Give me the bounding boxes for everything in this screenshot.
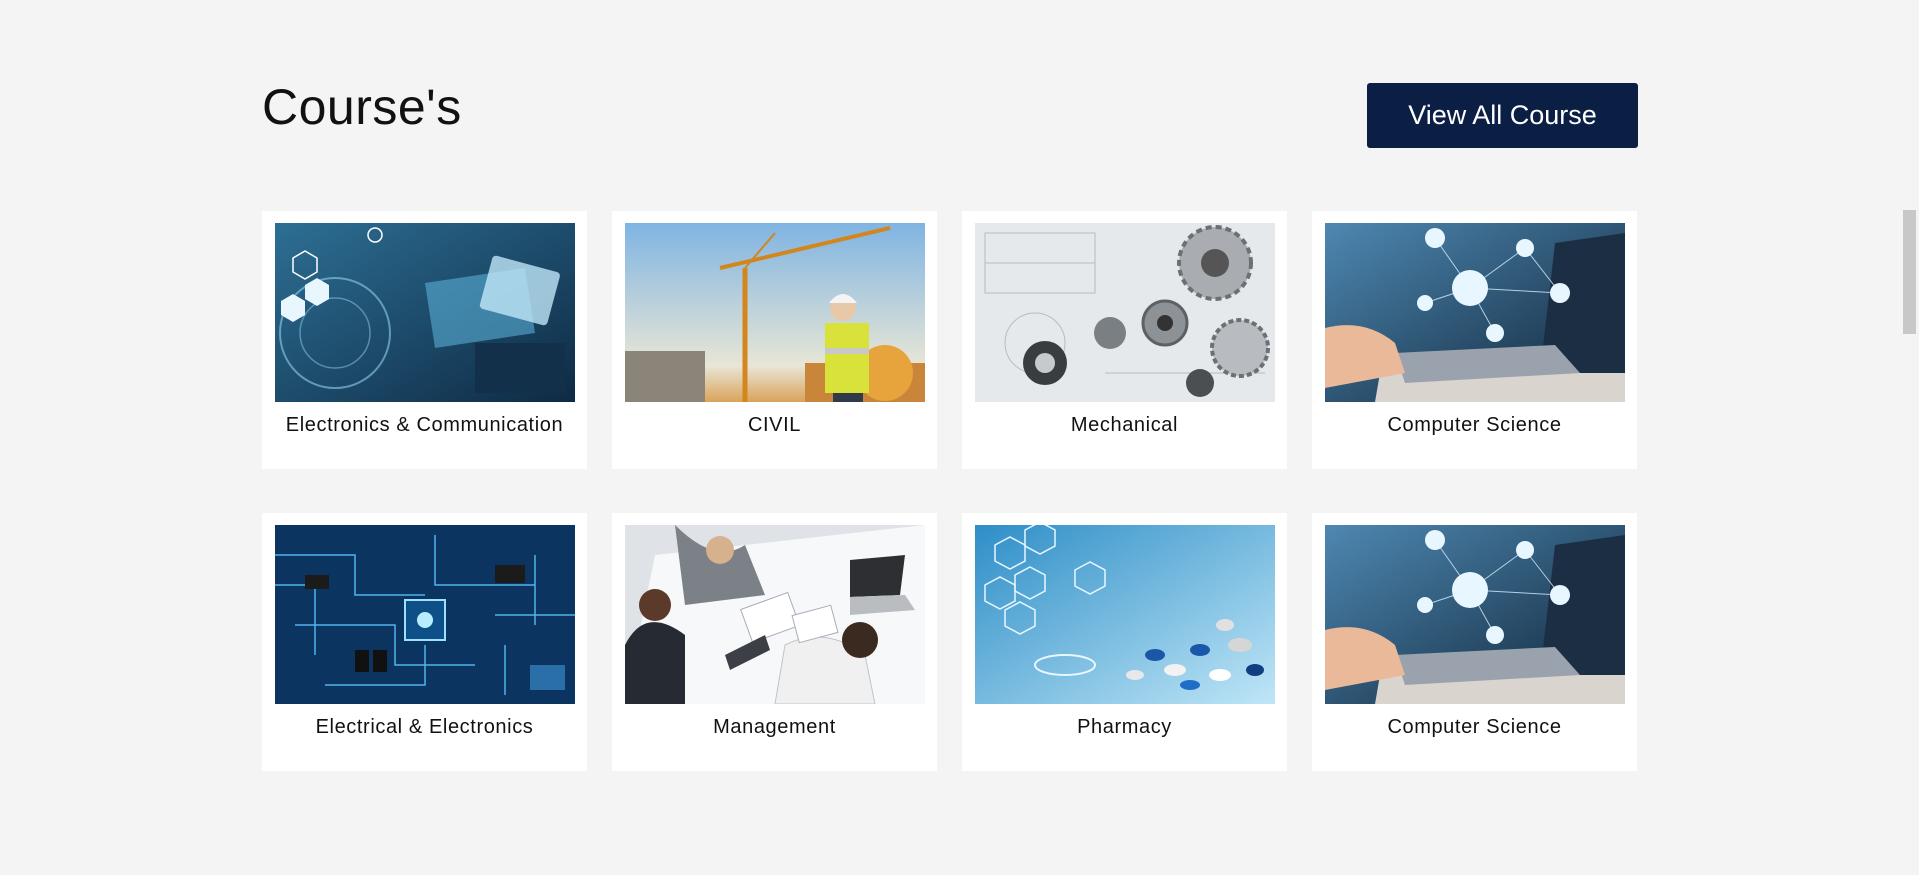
- courses-section: Course's View All Course Electronics & C…: [262, 0, 1638, 875]
- course-label: Computer Science: [1387, 716, 1562, 738]
- course-card-electrical-electronics[interactable]: Electrical & Electronics: [262, 513, 587, 771]
- construction-crane-image: [625, 223, 925, 402]
- course-card-electronics-communication[interactable]: Electronics & Communication: [262, 211, 587, 469]
- course-grid: Electronics & Communication CIVIL Mechan…: [262, 211, 1638, 771]
- course-label: Computer Science: [1387, 414, 1562, 436]
- industrial-tablet-image: [275, 223, 575, 402]
- laptop-network-image: [1325, 525, 1625, 704]
- circuit-board-image: [275, 525, 575, 704]
- course-card-computer-science[interactable]: Computer Science: [1312, 513, 1637, 771]
- view-all-course-button[interactable]: View All Course: [1367, 83, 1638, 148]
- gears-blueprint-image: [975, 223, 1275, 402]
- laptop-network-image: [1325, 223, 1625, 402]
- course-label: Electrical & Electronics: [315, 716, 534, 738]
- course-card-management[interactable]: Management: [612, 513, 937, 771]
- scrollbar-thumb[interactable]: [1903, 210, 1916, 334]
- course-card-computer-science[interactable]: Computer Science: [1312, 211, 1637, 469]
- course-card-mechanical[interactable]: Mechanical: [962, 211, 1287, 469]
- business-meeting-image: [625, 525, 925, 704]
- course-label: Mechanical: [1070, 414, 1179, 436]
- course-label: CIVIL: [747, 414, 802, 436]
- course-card-pharmacy[interactable]: Pharmacy: [962, 513, 1287, 771]
- page-scrollbar[interactable]: [1900, 0, 1919, 875]
- section-title: Course's: [262, 79, 462, 135]
- course-card-civil[interactable]: CIVIL: [612, 211, 937, 469]
- course-label: Management: [713, 716, 836, 738]
- course-label: Electronics & Communication: [285, 414, 564, 436]
- pills-lab-image: [975, 525, 1275, 704]
- course-label: Pharmacy: [1077, 716, 1172, 738]
